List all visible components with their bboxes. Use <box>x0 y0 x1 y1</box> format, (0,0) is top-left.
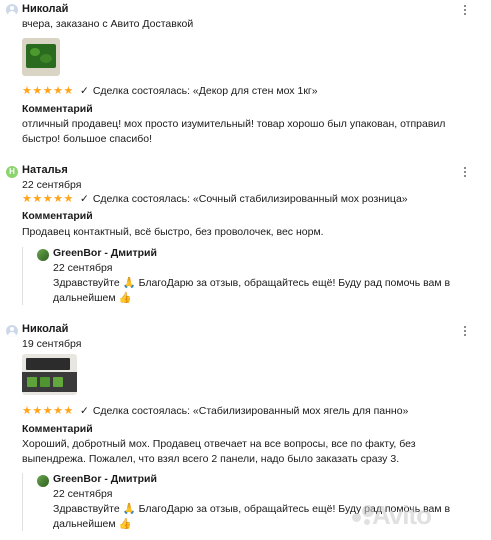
check-icon: ✓ <box>80 193 89 205</box>
avito-logo-icon <box>352 505 374 527</box>
deal-info: ✓ Сделка состоялась: «Стабилизированный м… <box>80 405 408 417</box>
more-options-icon[interactable] <box>462 326 468 338</box>
watermark: Avito <box>372 500 432 530</box>
check-icon: ✓ <box>80 405 89 417</box>
comment-text: отличный продавец! мох просто изумительн… <box>22 118 446 145</box>
reviewer-name[interactable]: Николай <box>22 3 68 15</box>
star-rating: ★★★★★ <box>22 85 74 97</box>
comment-label: Комментарий <box>22 103 93 115</box>
reply-date: 22 сентября <box>53 488 113 500</box>
reply-text: Здравствуйте 🙏 БлагоДарю за отзыв, обращ… <box>53 277 451 304</box>
seller-reply: GreenBor - Дмитрий 22 сентября Здравству… <box>22 247 482 305</box>
deal-info: ✓ Сделка состоялась: «Декор для стен мох … <box>80 85 318 97</box>
reply-date: 22 сентября <box>53 262 113 274</box>
reviewer-name[interactable]: Наталья <box>22 164 68 176</box>
seller-name[interactable]: GreenBor - Дмитрий <box>53 473 157 485</box>
star-rating: ★★★★★ <box>22 193 74 205</box>
seller-avatar[interactable] <box>37 475 49 487</box>
review-date: 19 сентября <box>22 338 82 350</box>
reviewer-name[interactable]: Николай <box>22 323 68 335</box>
user-avatar[interactable] <box>6 4 18 16</box>
comment-text: Хороший, добротный мох. Продавец отвечае… <box>22 438 416 465</box>
user-avatar[interactable]: Н <box>6 166 18 178</box>
comment-label: Комментарий <box>22 423 93 435</box>
comment-label: Комментарий <box>22 210 93 222</box>
deal-text: Сделка состоялась: «Декор для стен мох 1… <box>92 85 318 97</box>
seller-name[interactable]: GreenBor - Дмитрий <box>53 247 157 259</box>
star-rating: ★★★★★ <box>22 405 74 417</box>
review-date: 22 сентября <box>22 179 82 191</box>
review-photo[interactable] <box>22 38 60 76</box>
review-photo[interactable] <box>22 354 77 395</box>
more-options-icon[interactable] <box>462 167 468 179</box>
comment-text: Продавец контактный, всё быстро, без про… <box>22 226 324 238</box>
deal-text: Сделка состоялась: «Сочный стабилизирова… <box>92 193 408 205</box>
review-date: вчера, заказано с Авито Доставкой <box>22 18 194 30</box>
seller-avatar[interactable] <box>37 249 49 261</box>
check-icon: ✓ <box>80 85 89 97</box>
deal-info: ✓ Сделка состоялась: «Сочный стабилизиров… <box>80 193 408 205</box>
deal-text: Сделка состоялась: «Стабилизированный мо… <box>92 405 409 417</box>
user-avatar[interactable] <box>6 325 18 337</box>
more-options-icon[interactable] <box>462 5 468 17</box>
